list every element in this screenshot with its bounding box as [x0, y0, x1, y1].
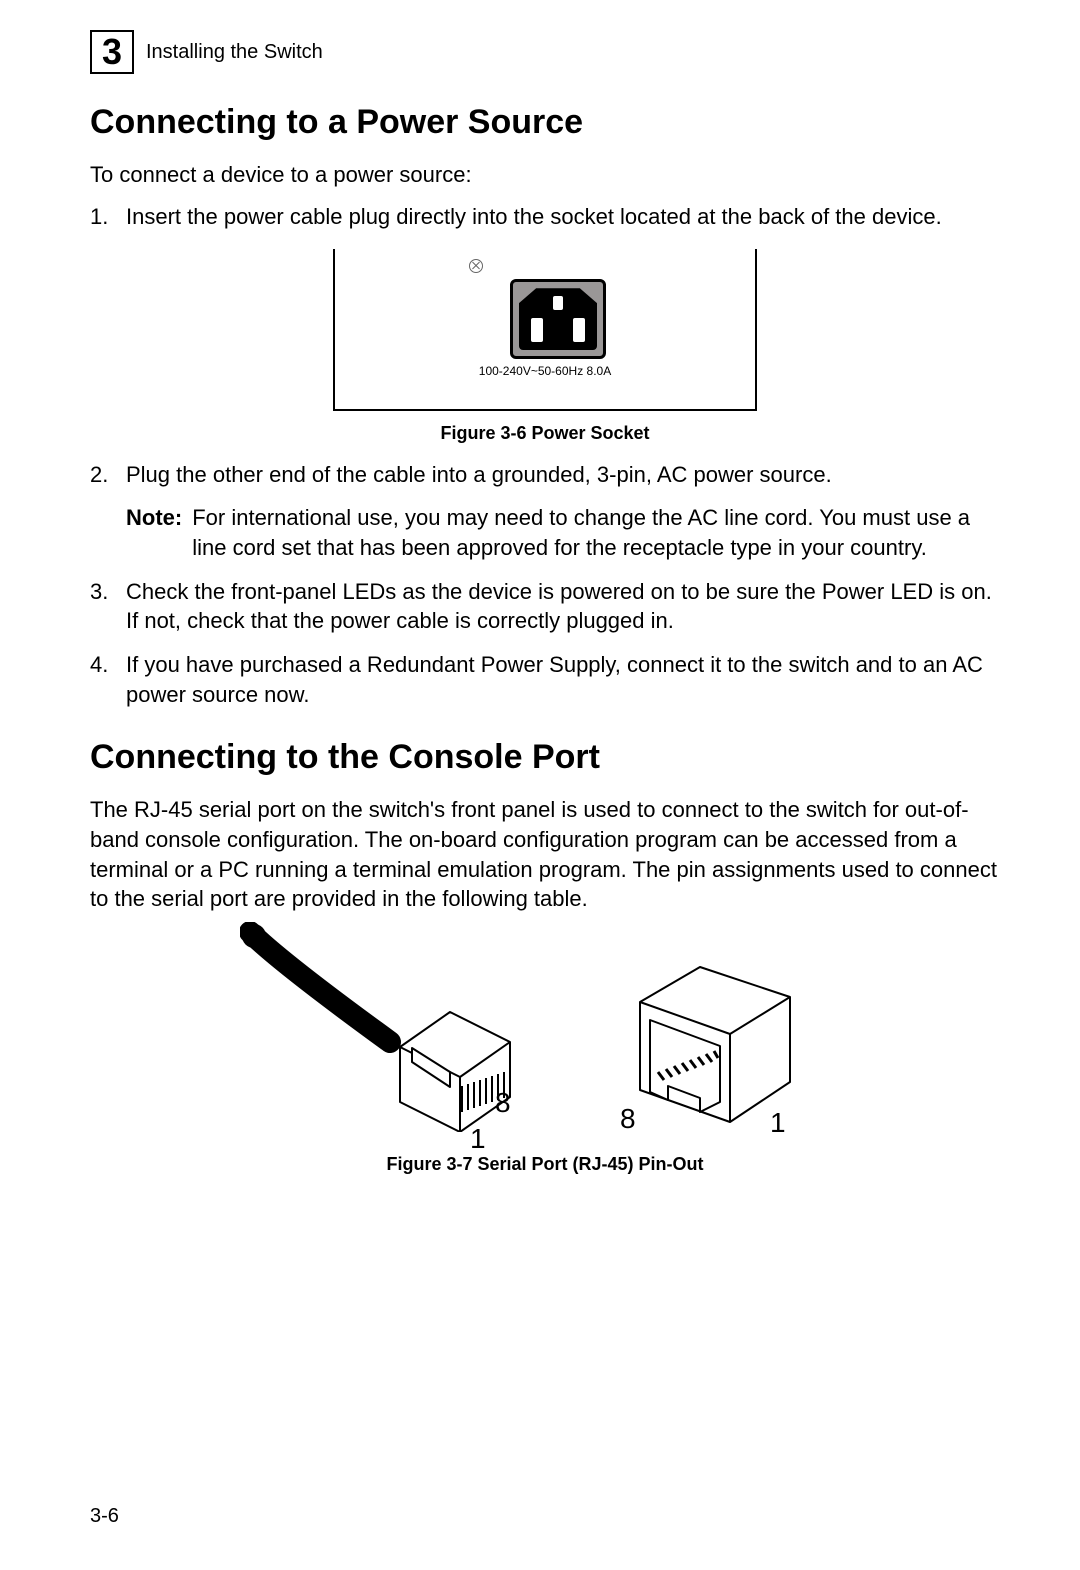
figure-power-socket: 100-240V~50-60Hz 8.0A Figure 3-6 Power S… — [90, 249, 1000, 445]
pin-label: 8 — [620, 1100, 636, 1138]
screw-icon — [469, 259, 483, 273]
heading-console-port: Connecting to the Console Port — [90, 735, 1000, 781]
list-item: 1. Insert the power cable plug directly … — [90, 202, 1000, 232]
step-text: Plug the other end of the cable into a g… — [126, 460, 1000, 563]
iec-socket-icon — [510, 279, 606, 359]
step-text: If you have purchased a Redundant Power … — [126, 650, 1000, 709]
chapter-number: 3 — [102, 34, 122, 70]
heading-power-source: Connecting to a Power Source — [90, 100, 1000, 146]
note-body: For international use, you may need to c… — [192, 503, 1000, 562]
chapter-marker: 3 — [90, 30, 134, 74]
pin-label: 1 — [470, 1120, 486, 1158]
rj45-plug-icon: 8 1 — [270, 932, 560, 1142]
step-number: 4. — [90, 650, 126, 680]
step-text: Insert the power cable plug directly int… — [126, 202, 1000, 232]
console-paragraph: The RJ-45 serial port on the switch's fr… — [90, 795, 1000, 914]
steps-list-cont: 2. Plug the other end of the cable into … — [90, 460, 1000, 710]
step-number: 2. — [90, 460, 126, 490]
page-header: 3 Installing the Switch — [90, 30, 1000, 74]
steps-list: 1. Insert the power cable plug directly … — [90, 202, 1000, 232]
step-body: Plug the other end of the cable into a g… — [126, 462, 832, 487]
power-socket-diagram: 100-240V~50-60Hz 8.0A — [333, 249, 757, 411]
chapter-title: Installing the Switch — [146, 39, 323, 66]
list-item: 3. Check the front-panel LEDs as the dev… — [90, 577, 1000, 636]
rj45-diagram: 8 1 — [90, 932, 1000, 1142]
page-number: 3-6 — [90, 1503, 119, 1530]
page: 3 Installing the Switch Connecting to a … — [0, 0, 1080, 1570]
figure-rj45: 8 1 — [90, 932, 1000, 1176]
step-number: 1. — [90, 202, 126, 232]
list-item: 4. If you have purchased a Redundant Pow… — [90, 650, 1000, 709]
step-text: Check the front-panel LEDs as the device… — [126, 577, 1000, 636]
note-label: Note: — [126, 503, 182, 562]
pin-label: 8 — [495, 1084, 511, 1122]
list-item: 2. Plug the other end of the cable into … — [90, 460, 1000, 563]
intro-text: To connect a device to a power source: — [90, 160, 1000, 190]
note: Note: For international use, you may nee… — [126, 503, 1000, 562]
power-rating: 100-240V~50-60Hz 8.0A — [335, 363, 755, 379]
rj45-jack-icon: 8 1 — [610, 942, 820, 1142]
pin-label: 1 — [770, 1104, 786, 1142]
figure-caption: Figure 3-6 Power Socket — [90, 421, 1000, 445]
step-number: 3. — [90, 577, 126, 607]
figure-caption: Figure 3-7 Serial Port (RJ-45) Pin-Out — [90, 1152, 1000, 1176]
